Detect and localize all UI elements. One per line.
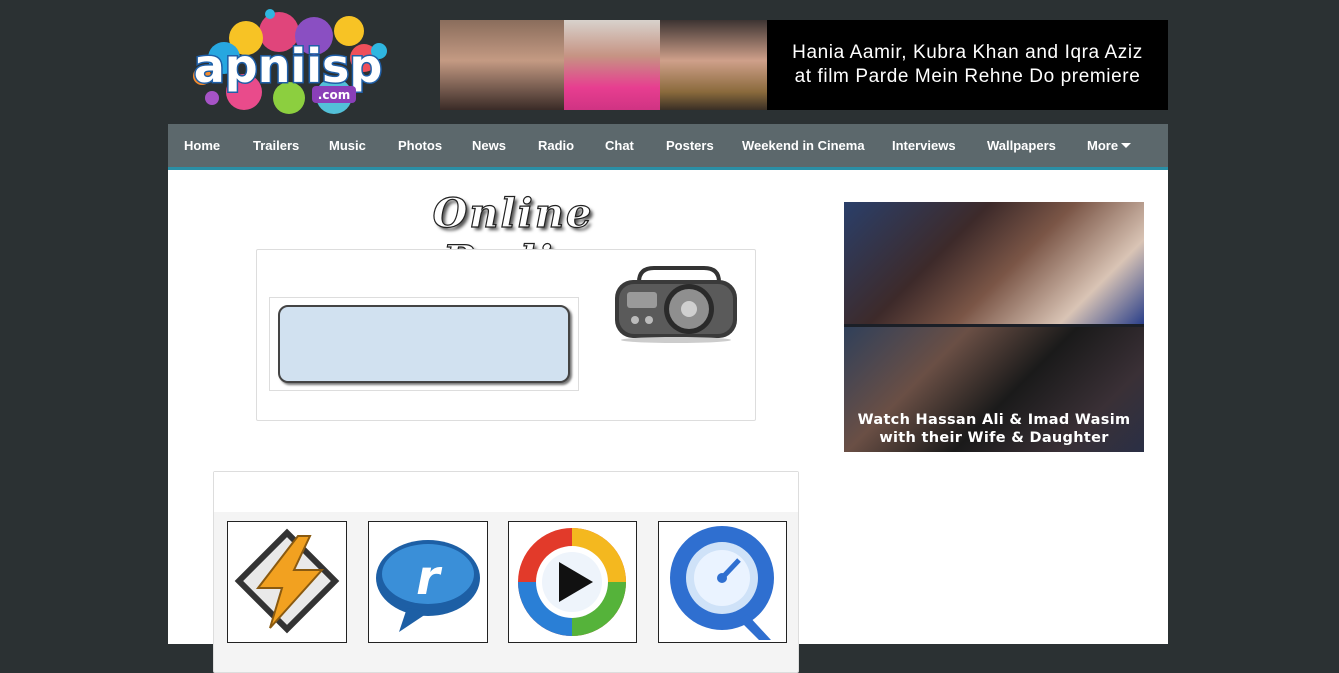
nav-music[interactable]: Music [329, 124, 366, 167]
banner-line-1: Hania Aamir, Kubra Khan and Iqra Aziz [792, 42, 1143, 63]
quicktime-icon[interactable] [658, 521, 787, 643]
logo-text: apniisp [194, 39, 383, 93]
media-players-header [214, 472, 798, 512]
nav-trailers[interactable]: Trailers [253, 124, 299, 167]
nav-more-label: More [1087, 138, 1119, 153]
winamp-icon[interactable] [227, 521, 347, 643]
boombox-icon [609, 260, 743, 344]
nav-home[interactable]: Home [184, 124, 220, 167]
banner-line-2: at film Parde Mein Rehne Do premiere [794, 66, 1141, 87]
nav-chat[interactable]: Chat [605, 124, 634, 167]
media-players-box: r [213, 471, 799, 673]
nav-posters[interactable]: Posters [666, 124, 714, 167]
side-ad-photo-top [844, 202, 1144, 324]
realplayer-icon[interactable]: r [368, 521, 488, 643]
nav-interviews[interactable]: Interviews [892, 124, 956, 167]
side-ad-line-1: Watch Hassan Ali & Imad Wasim [857, 412, 1131, 428]
windows-media-player-icon[interactable] [508, 521, 637, 643]
radio-player-screen[interactable] [278, 305, 570, 383]
nav-news[interactable]: News [472, 124, 506, 167]
caret-down-icon [1121, 143, 1132, 148]
banner-caption: Hania Aamir, Kubra Khan and Iqra Aziz at… [767, 20, 1168, 110]
nav-wallpapers[interactable]: Wallpapers [987, 124, 1056, 167]
banner-photo-1 [440, 20, 564, 110]
side-banner-ad[interactable]: Watch Hassan Ali & Imad Wasim with their… [844, 202, 1144, 452]
side-ad-caption: Watch Hassan Ali & Imad Wasim with their… [844, 411, 1144, 447]
radio-player-frame [269, 297, 579, 391]
site-logo[interactable]: apniisp .com [184, 6, 390, 118]
nav-more[interactable]: More [1087, 124, 1132, 167]
logo-suffix: .com [318, 88, 350, 102]
top-banner-ad[interactable]: Hania Aamir, Kubra Khan and Iqra Aziz at… [440, 20, 1168, 110]
banner-photo-3 [660, 20, 767, 110]
main-nav: Home Trailers Music Photos News Radio Ch… [168, 124, 1168, 170]
nav-photos[interactable]: Photos [398, 124, 442, 167]
side-ad-line-2: with their Wife & Daughter [879, 430, 1109, 446]
banner-photo-2 [564, 20, 660, 110]
nav-weekend-in-cinema[interactable]: Weekend in Cinema [742, 124, 865, 167]
nav-radio[interactable]: Radio [538, 124, 574, 167]
svg-text:r: r [416, 550, 443, 606]
radio-player-box [256, 249, 756, 421]
